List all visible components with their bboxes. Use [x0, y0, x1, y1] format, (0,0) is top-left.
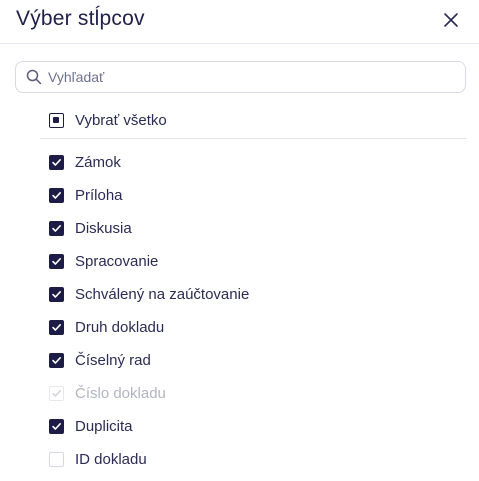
search-input[interactable]: [48, 62, 458, 92]
column-option[interactable]: Zámok: [49, 146, 449, 179]
column-option[interactable]: Číselný rad: [49, 344, 449, 377]
column-option[interactable]: Diskusia: [49, 212, 449, 245]
column-option: Číslo dokladu: [49, 377, 449, 410]
column-label: Spracovanie: [75, 253, 159, 270]
column-label: Diskusia: [75, 220, 132, 237]
column-option[interactable]: Spracovanie: [49, 245, 449, 278]
dialog-title: Výber stĺpcov: [16, 7, 145, 30]
select-all-checkbox[interactable]: [49, 112, 64, 128]
dialog-header: Výber stĺpcov: [0, 0, 479, 44]
search-icon: [26, 69, 42, 85]
column-checkbox[interactable]: [49, 188, 64, 203]
column-checkbox[interactable]: [49, 353, 64, 368]
column-checkbox: [49, 386, 64, 401]
column-checkbox[interactable]: [49, 320, 64, 335]
column-option[interactable]: Duplicita: [49, 410, 449, 443]
column-label: Druh dokladu: [75, 319, 165, 336]
column-checkbox[interactable]: [49, 155, 64, 170]
column-label: Schválený na zaúčtovanie: [75, 286, 250, 303]
column-label: Duplicita: [75, 418, 133, 435]
column-label: ID dokladu: [75, 451, 147, 468]
column-checkbox[interactable]: [49, 287, 64, 302]
column-list: Zámok Príloha Diskusia Spracovanie Schválený…: [49, 146, 449, 476]
column-label: Číslo dokladu: [75, 385, 166, 402]
column-checkbox[interactable]: [49, 254, 64, 269]
column-label: Zámok: [75, 154, 121, 171]
close-icon[interactable]: [440, 9, 462, 31]
divider: [40, 138, 467, 139]
search-field: [15, 61, 466, 93]
select-all-label: Vybrať všetko: [75, 111, 167, 129]
column-option[interactable]: ID dokladu: [49, 443, 449, 476]
column-option[interactable]: Príloha: [49, 179, 449, 212]
select-all-checkbox-row[interactable]: Vybrať všetko: [49, 110, 167, 130]
column-option[interactable]: Druh dokladu: [49, 311, 449, 344]
column-checkbox[interactable]: [49, 419, 64, 434]
column-picker-dialog: Výber stĺpcov Vybrať všetko Zámok Príloha…: [0, 0, 479, 481]
column-label: Číselný rad: [75, 352, 151, 369]
column-option[interactable]: Schválený na zaúčtovanie: [49, 278, 449, 311]
column-label: Príloha: [75, 187, 123, 204]
column-checkbox[interactable]: [49, 452, 64, 467]
column-checkbox[interactable]: [49, 221, 64, 236]
